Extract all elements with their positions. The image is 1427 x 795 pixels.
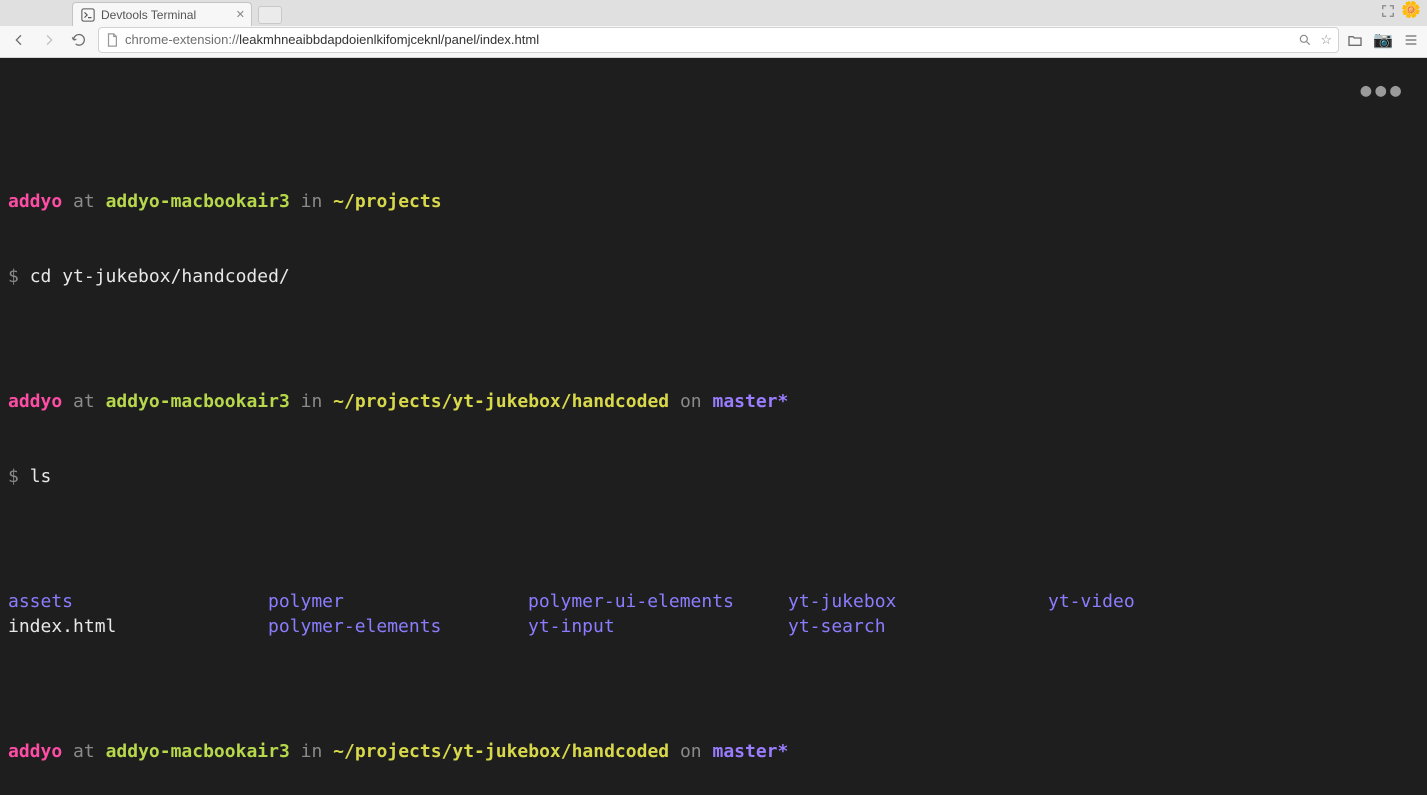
terminal-favicon-icon <box>81 8 95 22</box>
address-bar[interactable]: chrome-extension://leakmhneaibbdapdoienl… <box>98 27 1339 53</box>
ls-entry: index.html <box>8 614 268 639</box>
command-line: $ ls <box>8 464 1419 489</box>
command-line: $ cd yt-jukebox/handcoded/ <box>8 264 1419 289</box>
chrome-menu-icon[interactable] <box>1403 32 1419 48</box>
ls-entry: polymer-ui-elements <box>528 589 788 614</box>
ls-entry: yt-search <box>788 614 1048 639</box>
traffic-lights <box>6 5 54 17</box>
bookmarks-folder-icon[interactable] <box>1347 32 1363 48</box>
tab-title: Devtools Terminal <box>101 8 196 22</box>
back-button[interactable] <box>8 29 30 51</box>
browser-tab[interactable]: Devtools Terminal ✕ <box>72 2 252 26</box>
ls-entry: polymer <box>268 589 528 614</box>
ls-output: assets polymer polymer-ui-elements yt-ju… <box>8 589 1419 639</box>
close-window-button[interactable] <box>6 5 18 17</box>
prompt-line: addyo at addyo-macbookair3 in ~/projects <box>8 189 1419 214</box>
expand-window-icon[interactable] <box>1381 4 1395 18</box>
flower-extension-icon[interactable]: 🌼 <box>1401 3 1421 19</box>
ls-entry: yt-video <box>1048 589 1419 614</box>
terminal-viewport[interactable]: ●●● addyo at addyo-macbookair3 in ~/proj… <box>0 58 1427 795</box>
url-scheme: chrome-extension:// <box>125 32 239 47</box>
zoom-window-button[interactable] <box>42 5 54 17</box>
screenshot-extension-icon[interactable]: 📷 <box>1373 30 1393 50</box>
forward-button[interactable] <box>38 29 60 51</box>
ls-entry: yt-input <box>528 614 788 639</box>
browser-toolbar: chrome-extension://leakmhneaibbdapdoienl… <box>0 22 1427 58</box>
new-tab-button[interactable] <box>258 6 282 24</box>
prompt-line: addyo at addyo-macbookair3 in ~/projects… <box>8 389 1419 414</box>
tab-close-icon[interactable]: ✕ <box>236 8 245 21</box>
ls-entry: assets <box>8 589 268 614</box>
terminal-overflow-icon[interactable]: ●●● <box>1360 78 1405 103</box>
page-icon <box>105 33 119 47</box>
minimize-window-button[interactable] <box>24 5 36 17</box>
url-rest: leakmhneaibbdapdoienlkifomjceknl/panel/i… <box>239 32 539 47</box>
ls-entry: polymer-elements <box>268 614 528 639</box>
star-bookmark-icon[interactable]: ☆ <box>1320 32 1332 48</box>
window-titlebar: Devtools Terminal ✕ 🌼 <box>0 0 1427 22</box>
url-text: chrome-extension://leakmhneaibbdapdoienl… <box>125 32 1292 47</box>
search-icon[interactable] <box>1298 33 1312 47</box>
reload-button[interactable] <box>68 29 90 51</box>
ls-entry: yt-jukebox <box>788 589 1048 614</box>
prompt-line: addyo at addyo-macbookair3 in ~/projects… <box>8 739 1419 764</box>
